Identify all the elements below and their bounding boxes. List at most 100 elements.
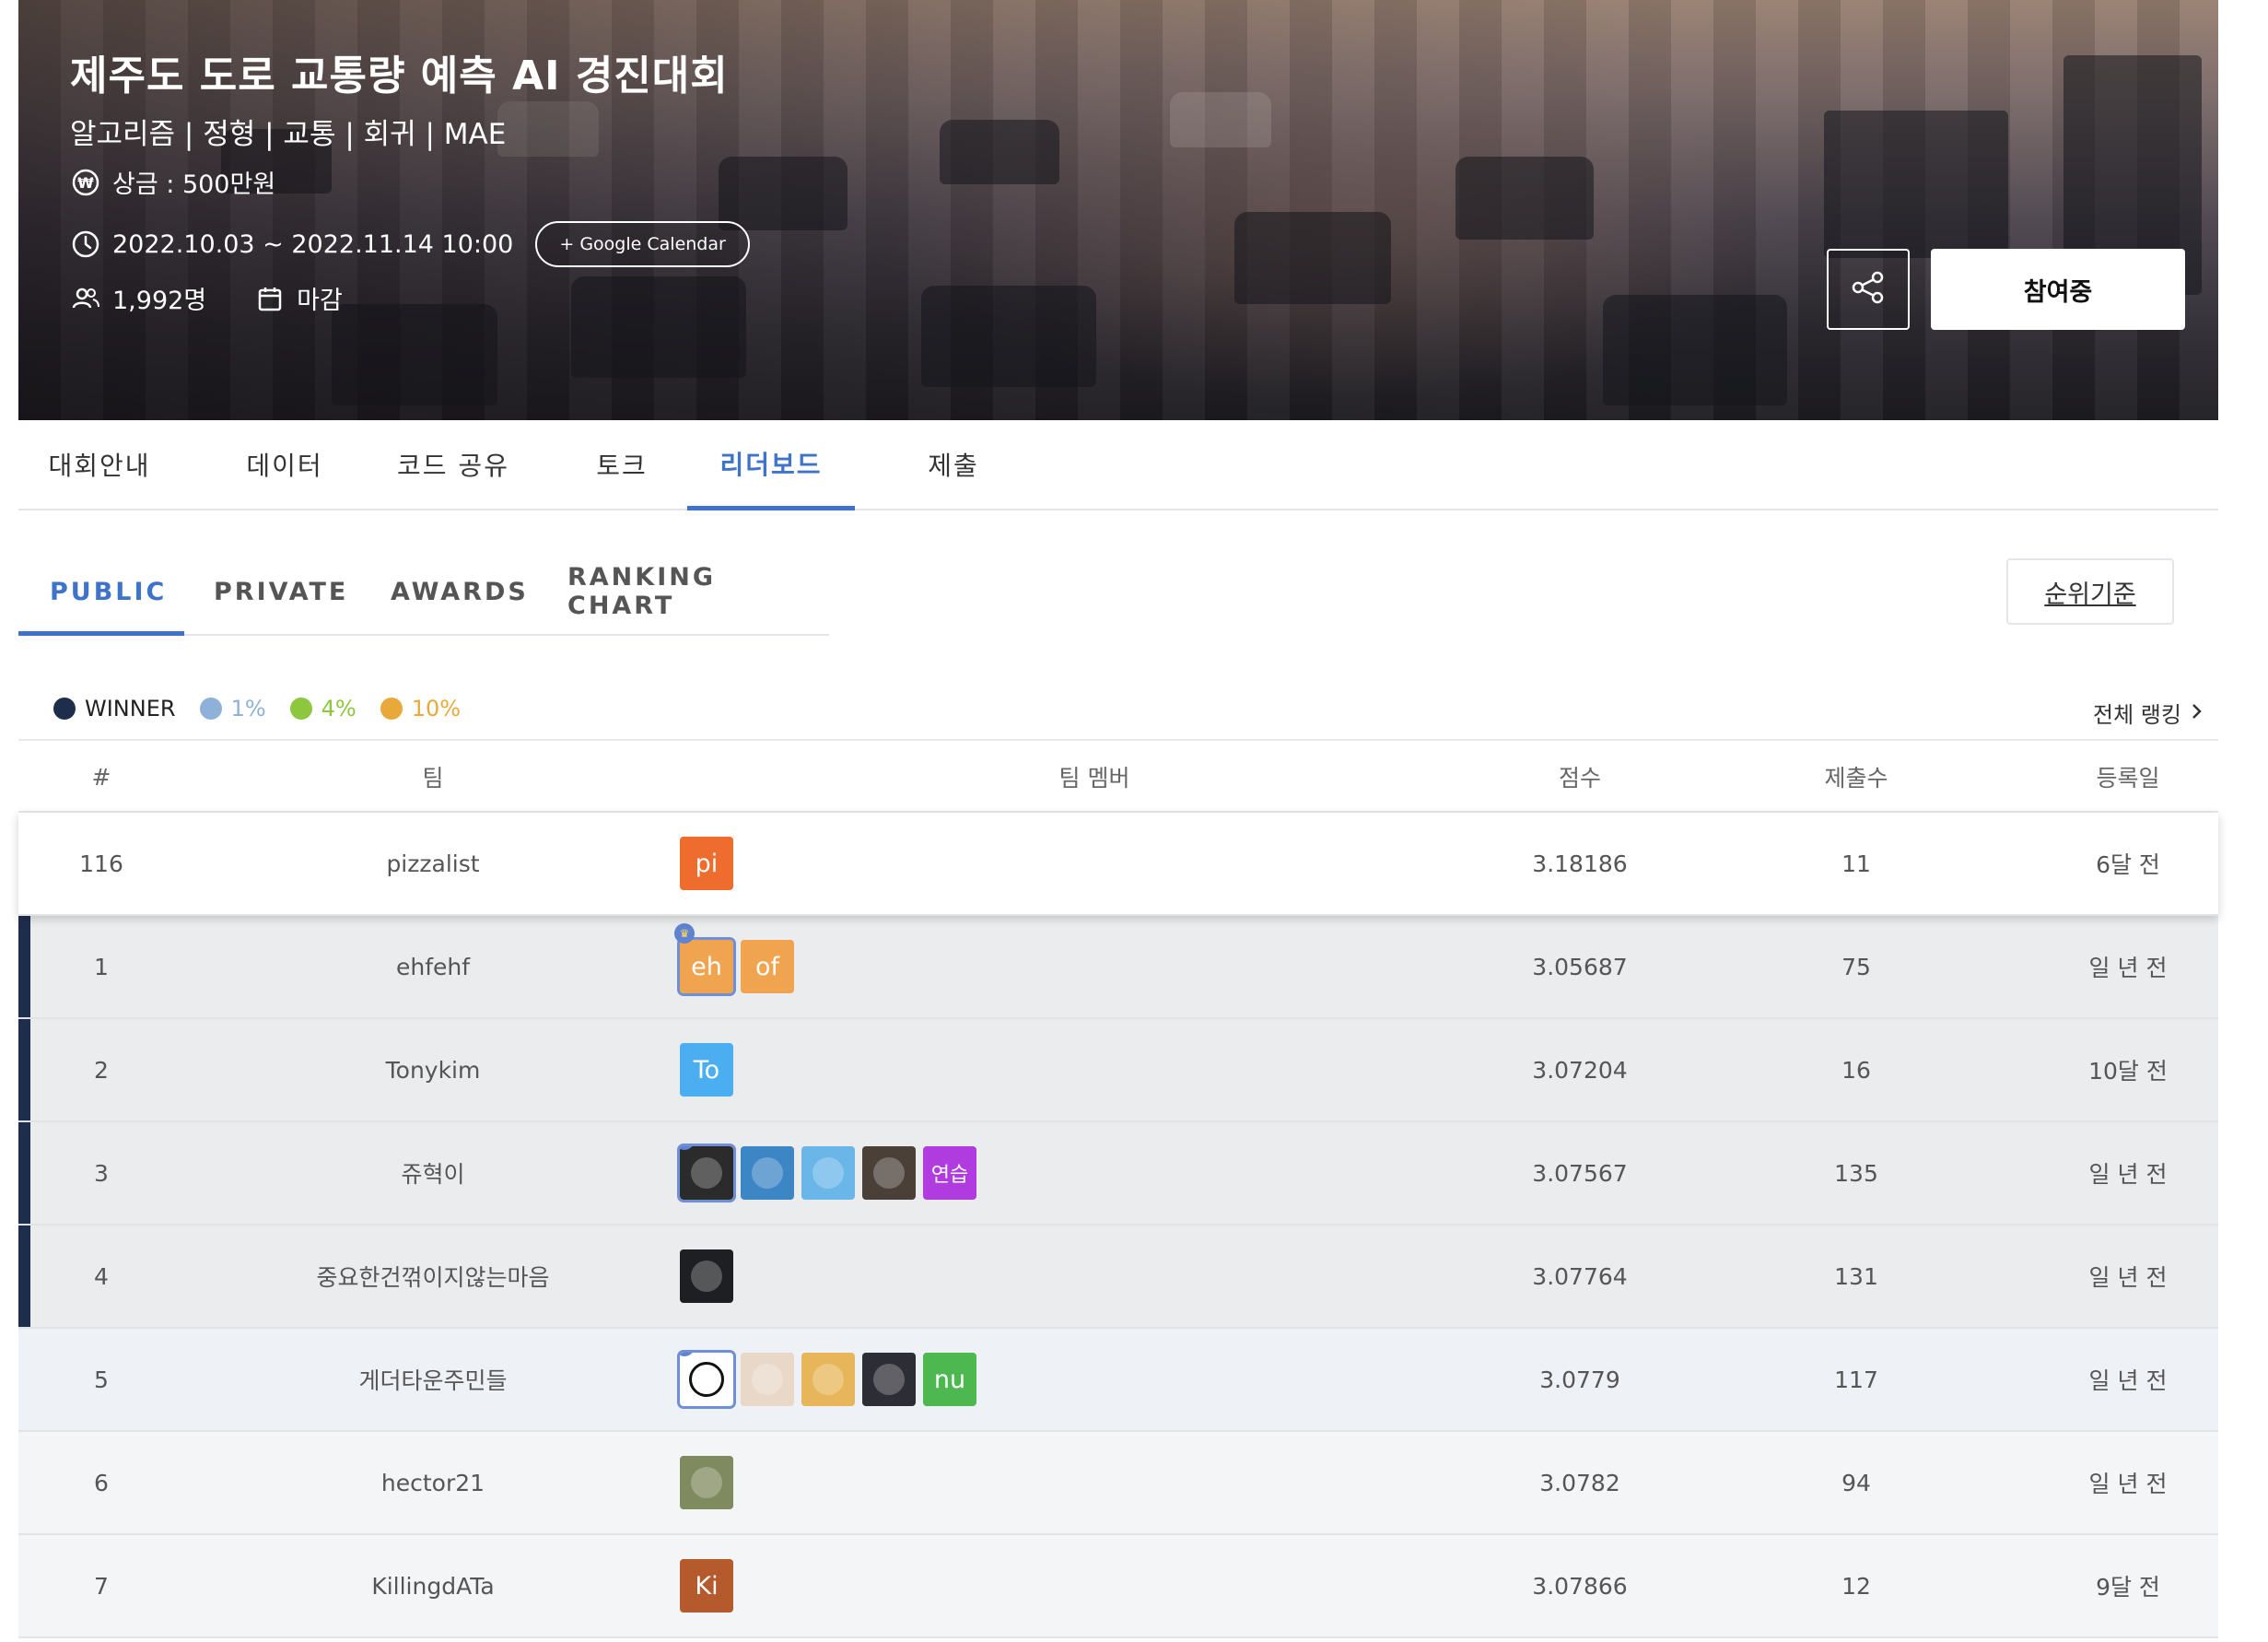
avatar-initials: Ki <box>695 1571 719 1601</box>
members-cell: pi <box>680 813 1509 914</box>
member-avatar[interactable] <box>741 1353 794 1406</box>
full-ranking-link[interactable]: 전체 랭킹 <box>2093 697 2204 729</box>
subtab-awards[interactable]: AWARDS <box>391 547 529 636</box>
crown-icon: ♛ <box>674 923 695 944</box>
google-calendar-button[interactable]: + Google Calendar <box>535 221 750 267</box>
status-text: 마감 <box>297 287 343 315</box>
members-cell: eh ♛ of <box>674 916 1509 1017</box>
participants-row: 1,992명 마감 <box>70 280 343 316</box>
legend-winner: WINNER <box>53 696 176 721</box>
rank-cell: 3 <box>94 1159 109 1187</box>
member-avatar[interactable] <box>862 1146 916 1200</box>
avatar-image <box>691 1157 722 1189</box>
legend-label: WINNER <box>85 696 176 721</box>
table-row[interactable]: 116 pizzalist 3.18186 11 6달 전 pi <box>18 813 2218 916</box>
member-avatar[interactable] <box>680 1456 733 1509</box>
legend-label: 4% <box>321 696 357 721</box>
header-submissions: 제출수 <box>1824 765 1888 792</box>
prize-text: 상금 : 500만원 <box>112 170 276 199</box>
subtab-private[interactable]: PRIVATE <box>214 547 348 636</box>
header-rank: # <box>91 763 111 791</box>
legend-4pct: 4% <box>289 696 357 721</box>
submissions-cell: 75 <box>1841 953 1871 980</box>
member-avatar[interactable] <box>801 1146 855 1200</box>
share-button[interactable] <box>1827 249 1910 330</box>
team-name-cell: 중요한건꺾이지않는마음 <box>316 1264 550 1291</box>
member-avatar[interactable]: ♛ <box>677 1350 736 1409</box>
registered-cell: 일 년 전 <box>2088 1161 2168 1188</box>
leaderboard-subtabs: PUBLIC PRIVATE AWARDS RANKING CHART <box>18 547 829 636</box>
member-avatar[interactable]: To <box>680 1043 733 1097</box>
avatar-image <box>689 1362 724 1397</box>
rank-cell: 5 <box>94 1366 109 1393</box>
competition-banner: 제주도 도로 교통량 예측 AI 경진대회 알고리즘 | 정형 | 교통 | 회… <box>18 0 2218 420</box>
member-avatar[interactable]: pi <box>680 837 733 890</box>
tier-legend: WINNER 1% 4% 10% <box>53 696 485 721</box>
header-members: 팀 멤버 <box>1058 765 1130 792</box>
member-avatar[interactable]: 연습 <box>923 1146 976 1200</box>
member-avatar[interactable]: ♛ <box>677 1144 736 1202</box>
subtab-public[interactable]: PUBLIC <box>50 547 167 636</box>
tab-submit[interactable]: 제출 <box>875 420 1032 509</box>
table-row[interactable]: 4 중요한건꺾이지않는마음 3.07764 131 일 년 전 <box>18 1226 2218 1329</box>
rank-cell: 7 <box>94 1572 109 1600</box>
registered-cell: 일 년 전 <box>2088 955 2168 981</box>
submissions-cell: 131 <box>1834 1262 1878 1290</box>
table-row[interactable]: 2 Tonykim 3.07204 16 10달 전 To <box>18 1019 2218 1122</box>
member-avatar[interactable]: eh ♛ <box>674 923 736 996</box>
period-text: 2022.10.03 ~ 2022.11.14 10:00 <box>112 229 514 259</box>
join-button[interactable]: 참여중 <box>1931 249 2185 330</box>
avatar-image <box>873 1364 905 1395</box>
members-cell: To <box>680 1019 1509 1120</box>
people-icon <box>70 283 101 314</box>
legend-1pct: 1% <box>199 696 266 721</box>
team-name-cell: 게더타운주민들 <box>358 1367 508 1394</box>
member-avatar[interactable]: of <box>741 940 794 993</box>
table-row[interactable]: 6 hector21 3.0782 94 일 년 전 <box>18 1432 2218 1535</box>
crown-icon: ♛ <box>680 1353 695 1356</box>
member-avatar[interactable] <box>741 1146 794 1200</box>
avatar-initials: 연습 <box>930 1164 969 1187</box>
tab-talk[interactable]: 토크 <box>544 420 700 509</box>
legend-label: 10% <box>411 696 462 721</box>
registered-cell: 일 년 전 <box>2088 1471 2168 1497</box>
table-row[interactable]: 7 KillingdATa 3.07866 12 9달 전 Ki <box>18 1535 2218 1638</box>
member-avatar[interactable]: nu <box>923 1353 976 1406</box>
clock-icon <box>70 229 101 260</box>
submissions-cell: 135 <box>1834 1159 1878 1187</box>
tab-overview[interactable]: 대회안내 <box>18 420 181 509</box>
leaderboard-table: # 팀 팀 멤버 점수 제출수 등록일 116 pizzalist 3.18186 1… <box>18 739 2218 1638</box>
table-row[interactable]: 1 ehfehf 3.05687 75 일 년 전 eh ♛ of <box>18 916 2218 1019</box>
team-name-cell: 쥬혁이 <box>401 1161 465 1188</box>
legend-dot <box>199 698 222 720</box>
legend-label: 1% <box>230 696 266 721</box>
header-score: 점수 <box>1558 765 1601 792</box>
team-name-cell: ehfehf <box>395 953 471 980</box>
members-cell <box>680 1432 1509 1533</box>
participants-count: 1,992명 <box>112 287 207 315</box>
rank-criteria-button[interactable]: 순위기준 <box>2006 558 2174 625</box>
table-body: 116 pizzalist 3.18186 11 6달 전 pi 1 ehfehf 3.0568… <box>18 813 2218 1638</box>
subtab-ranking-chart[interactable]: RANKING CHART <box>567 547 829 636</box>
rank-cell: 4 <box>94 1262 109 1290</box>
member-avatar[interactable] <box>680 1249 733 1303</box>
member-avatar[interactable]: Ki <box>680 1559 733 1613</box>
registered-cell: 9달 전 <box>2096 1574 2160 1601</box>
table-row[interactable]: 3쥬혁이3.07567135일 년 전♛연습 <box>18 1122 2218 1226</box>
rank-cell: 6 <box>94 1469 109 1496</box>
tab-code-share[interactable]: 코드 공유 <box>370 420 536 509</box>
tab-data[interactable]: 데이터 <box>206 420 363 509</box>
period-row: 2022.10.03 ~ 2022.11.14 10:00 + Google C… <box>70 221 750 267</box>
rank-cell: 116 <box>79 850 123 877</box>
table-row[interactable]: 5게더타운주민들3.0779117일 년 전♛nu <box>18 1329 2218 1432</box>
rank-cell: 1 <box>94 953 109 980</box>
member-avatar[interactable] <box>801 1353 855 1406</box>
avatar-image <box>813 1364 844 1395</box>
tab-leaderboard[interactable]: 리더보드 <box>687 420 855 510</box>
avatar-image <box>752 1157 783 1189</box>
competition-tags: 알고리즘 | 정형 | 교통 | 회귀 | MAE <box>70 118 507 151</box>
chevron-right-icon <box>2191 700 2204 726</box>
member-avatar[interactable] <box>862 1353 916 1406</box>
registered-cell: 일 년 전 <box>2088 1264 2168 1291</box>
members-cell <box>680 1226 1509 1327</box>
